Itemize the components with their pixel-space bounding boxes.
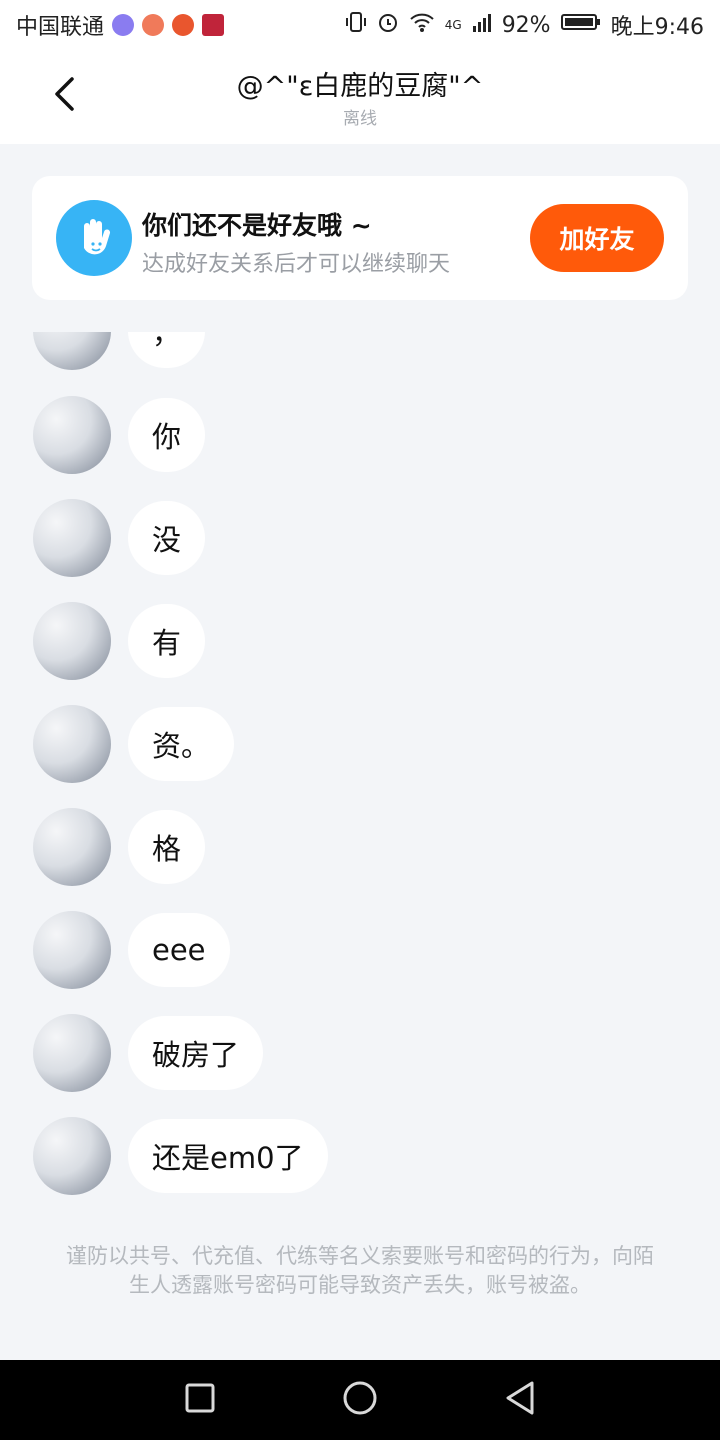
- alarm-icon: [377, 11, 399, 39]
- battery-percent: 92%: [501, 12, 551, 38]
- friend-card-title: 你们还不是好友哦 ~: [142, 211, 372, 240]
- message-row: 还是em0了: [0, 1117, 720, 1197]
- recent-apps-button[interactable]: [160, 1360, 240, 1440]
- avatar[interactable]: [33, 1014, 111, 1092]
- avatar[interactable]: [33, 808, 111, 886]
- chat-title: @^"ε白鹿的豆腐"^: [236, 71, 484, 102]
- home-icon: [342, 1380, 378, 1420]
- message-row: eee: [0, 911, 720, 991]
- notification-app-icon: [142, 14, 165, 36]
- avatar[interactable]: [33, 499, 111, 577]
- avatar[interactable]: [33, 396, 111, 474]
- online-status: 离线: [343, 109, 377, 129]
- message-bubble[interactable]: ，: [128, 332, 206, 368]
- message-bubble[interactable]: 破房了: [128, 1016, 264, 1090]
- message-bubble[interactable]: 没: [128, 501, 206, 575]
- video-app-icon: [202, 14, 225, 36]
- message-row: 有: [0, 602, 720, 682]
- wifi-icon: [409, 11, 435, 39]
- navigation-bar: [0, 1360, 720, 1440]
- message-bubble[interactable]: eee: [128, 913, 230, 987]
- back-button[interactable]: [40, 68, 88, 124]
- recent-apps-icon: [184, 1382, 216, 1418]
- avatar[interactable]: [33, 332, 111, 370]
- chat-header: @^"ε白鹿的豆腐"^ 离线: [0, 50, 720, 144]
- friend-request-card: 你们还不是好友哦 ~ 达成好友关系后才可以继续聊天 加好友: [32, 176, 688, 300]
- message-bubble[interactable]: 还是em0了: [128, 1119, 328, 1193]
- message-bubble[interactable]: 你: [128, 398, 206, 472]
- carrier-label: 中国联通: [16, 15, 105, 40]
- message-list[interactable]: ， 你 没 有 资。 格 eee 破房了 还是em0了: [0, 332, 720, 1220]
- home-button[interactable]: [320, 1360, 400, 1440]
- network-type-label: 4G: [444, 18, 462, 32]
- message-bubble[interactable]: 格: [128, 810, 206, 884]
- add-friend-button[interactable]: 加好友: [530, 204, 664, 272]
- message-bubble[interactable]: 有: [128, 604, 206, 678]
- message-row: 格: [0, 808, 720, 888]
- back-nav-button[interactable]: [480, 1360, 560, 1440]
- avatar[interactable]: [33, 602, 111, 680]
- clock: 晚上9:46: [610, 15, 704, 40]
- vibrate-icon: [345, 11, 367, 39]
- signal-icon: [472, 11, 492, 39]
- message-row: 没: [0, 499, 720, 579]
- avatar[interactable]: [33, 705, 111, 783]
- avatar[interactable]: [33, 911, 111, 989]
- message-row: 你: [0, 396, 720, 476]
- music-app-icon: [112, 14, 135, 36]
- message-row: ，: [0, 332, 720, 372]
- friend-card-subtitle: 达成好友关系后才可以继续聊天: [142, 252, 451, 277]
- waving-hand-icon: [56, 200, 132, 276]
- message-bubble[interactable]: 资。: [128, 707, 235, 781]
- game-app-icon: [172, 14, 195, 36]
- message-row: 资。: [0, 705, 720, 785]
- message-row: 破房了: [0, 1014, 720, 1094]
- security-notice: 谨防以共号、代充值、代练等名义索要账号和密码的行为，向陌生人透露账号密码可能导致…: [66, 1244, 654, 1297]
- battery-icon: [560, 11, 601, 39]
- back-icon: [504, 1380, 536, 1420]
- status-bar: 中国联通 4G 92% 晚上9:46: [0, 0, 720, 50]
- avatar[interactable]: [33, 1117, 111, 1195]
- chevron-left-icon: [52, 76, 76, 116]
